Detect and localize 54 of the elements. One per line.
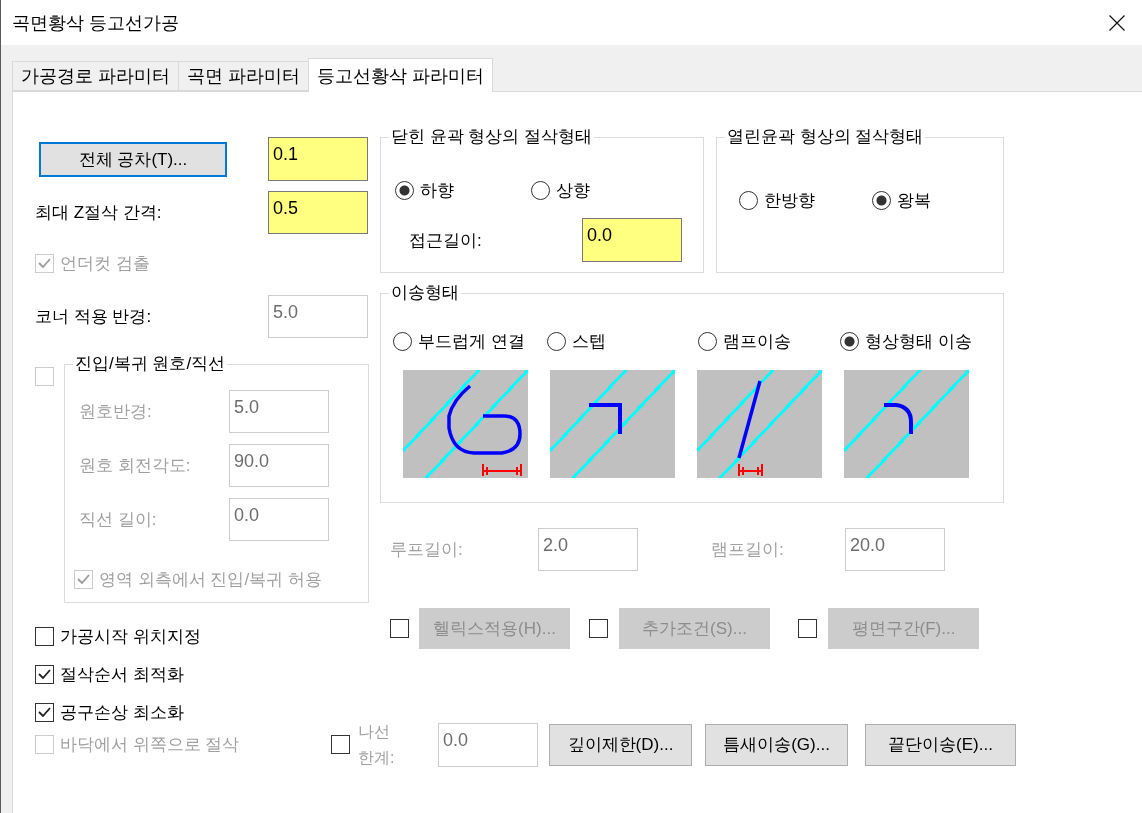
input-field[interactable]: 0.5 [268, 190, 368, 234]
field-label: 원호 회전각도: [79, 454, 192, 477]
group-title: 진입/복귀 원호/직선 [74, 354, 227, 374]
field-label: 최대 Z절삭 간격: [35, 201, 162, 224]
field-label: 루프길이: [390, 538, 464, 561]
checkbox-label: 공구손상 최소화 [60, 701, 184, 724]
checkbox-label: 가공시작 위치지정 [60, 625, 201, 648]
checkbox[interactable] [35, 626, 54, 646]
action-button[interactable]: 틈새이송(G)... [705, 723, 848, 766]
radio-label: 상향 [556, 179, 590, 202]
field-label: 원호반경: [79, 400, 153, 423]
field-label: 접근길이: [409, 229, 483, 252]
action-button[interactable]: 깊이제한(D)... [549, 723, 692, 766]
input-field[interactable]: 0.0 [582, 218, 682, 262]
checkbox-label: 바닥에서 위쪽으로 절삭 [60, 734, 240, 756]
window-title: 곡면황삭 등고선가공 [12, 11, 179, 35]
radio-button[interactable] [698, 331, 717, 351]
action-button[interactable]: 끝단이송(E)... [865, 723, 1016, 766]
radio-label: 형상형태 이송 [865, 330, 972, 353]
field-label: 나선 한계: [358, 721, 396, 768]
checkbox-label: 절삭순서 최적화 [60, 663, 184, 686]
radio-label: 한방향 [764, 189, 815, 212]
checkmark-icon [38, 669, 51, 679]
checkbox[interactable] [35, 702, 54, 722]
radio-label: 부드럽게 연결 [418, 330, 525, 353]
field-label: 코너 적용 반경: [35, 305, 152, 328]
radio-button[interactable] [872, 190, 891, 210]
radio-label: 램프이송 [723, 330, 791, 353]
radio-label: 왕복 [897, 189, 931, 212]
group-title: 닫힌 윤곽 형상의 절삭형태 [390, 127, 594, 147]
close-icon [1109, 14, 1125, 31]
tab[interactable]: 가공경로 파라미터 [12, 61, 179, 91]
checkbox-label: 언더컷 검출 [60, 252, 150, 275]
field-label: 직선 길이: [79, 508, 158, 531]
radio-button[interactable] [393, 331, 412, 351]
input-field[interactable]: 0.1 [268, 137, 368, 181]
checkmark-icon [38, 707, 51, 717]
group-title: 이송형태 [390, 283, 460, 303]
checkmark-icon [77, 574, 90, 584]
radio-button[interactable] [395, 180, 414, 200]
radio-label: 하향 [420, 179, 454, 202]
tab[interactable]: 등고선황삭 파라미터 [308, 58, 494, 92]
group-title: 열린윤곽 형상의 절삭형태 [726, 127, 925, 147]
radio-label: 스텝 [572, 330, 606, 353]
field-label: 램프길이: [711, 538, 785, 561]
tab[interactable]: 곡면 파라미터 [178, 61, 310, 91]
radio-button[interactable] [531, 180, 550, 200]
tolerance-button[interactable]: 전체 공차(T)... [39, 141, 227, 177]
checkmark-icon [38, 258, 51, 268]
radio-button[interactable] [840, 331, 859, 351]
checkbox[interactable] [35, 664, 54, 684]
radio-button[interactable] [547, 331, 566, 351]
checkbox-label: 영역 외측에서 진입/복귀 허용 [99, 568, 322, 591]
radio-button[interactable] [739, 190, 758, 210]
